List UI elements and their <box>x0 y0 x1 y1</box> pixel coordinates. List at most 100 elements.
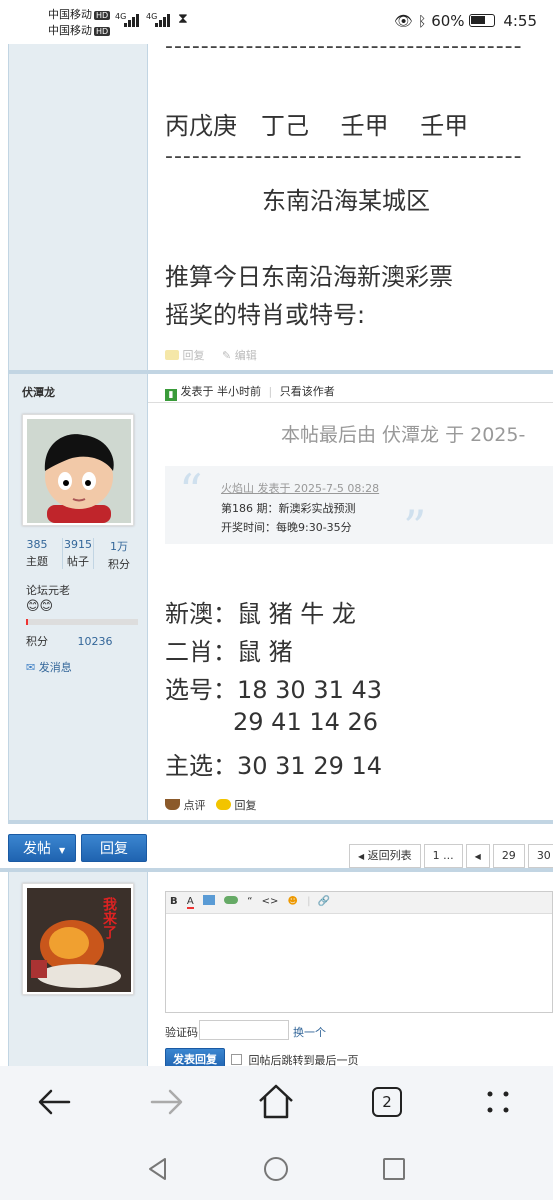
author-name[interactable]: 伏潭龙 <box>22 384 55 400</box>
mail-icon: ✉ <box>26 661 36 674</box>
avatar-text: 我来了 <box>101 897 118 940</box>
carrier-2: 中国移动 HD <box>48 24 111 37</box>
reply-button[interactable]: 回复 <box>81 834 147 862</box>
bluetooth-icon: ᛒ <box>418 14 427 30</box>
quote-block: “ ” 火焰山 发表于 2025-7-5 08:28 第186 期：新澳彩实战预… <box>165 464 553 554</box>
battery-percent: 60% <box>431 12 465 30</box>
forward-arrow-icon <box>150 1089 183 1115</box>
avatar[interactable] <box>22 414 134 526</box>
reply-bubble-icon <box>216 799 231 810</box>
post1-edit-button[interactable]: ✎ 编辑 <box>222 347 257 363</box>
stat-posts[interactable]: 3915 帖子 <box>62 538 94 569</box>
pencil-icon: ✎ <box>222 349 232 362</box>
system-home-icon[interactable] <box>263 1156 289 1182</box>
browser-nav-bar: 2 <box>0 1066 553 1138</box>
signal-icon-2 <box>155 13 175 27</box>
page-first-button[interactable]: 1 ... <box>423 844 463 868</box>
quote-icon[interactable]: “ <box>247 896 252 907</box>
editor-toolbar: B A “ <> ☻ | 🔗 <box>166 892 552 914</box>
page-29-button[interactable]: 29 <box>492 844 525 868</box>
image-icon[interactable] <box>202 895 215 905</box>
forward-button[interactable] <box>144 1080 188 1124</box>
system-nav-bar <box>0 1138 553 1200</box>
home-button[interactable] <box>254 1080 298 1124</box>
jump-last-option[interactable]: 回帖后跳转到最后一页 <box>231 1052 359 1066</box>
post-meta: ▮ 发表于 半小时前 | 只看该作者 <box>165 383 335 401</box>
smiley-icon[interactable]: ☻ <box>288 896 298 907</box>
avatar-fire-icon: 我来了 <box>27 888 131 992</box>
forum-content: ----------------------------------------… <box>0 44 553 1066</box>
bold-icon[interactable]: B <box>170 896 178 907</box>
left-arrow-icon: ◀ <box>358 852 365 861</box>
user-rank: 论坛元老 <box>26 584 70 597</box>
post-separator <box>8 370 553 374</box>
dropdown-arrow-icon: ▼ <box>59 846 66 855</box>
new-post-button[interactable]: 发帖 ▼ <box>8 834 76 862</box>
post1-question-1: 推算今日东南沿海新澳彩票 <box>165 263 453 291</box>
only-author-link[interactable]: 只看该作者 <box>280 385 335 398</box>
divider-line-top: ---------------------------------------- <box>165 44 523 59</box>
back-button[interactable] <box>33 1080 77 1124</box>
divider-line-mid: ---------------------------------------- <box>165 144 523 169</box>
post1-location: 东南沿海某城区 <box>262 187 430 215</box>
font-color-icon[interactable]: A <box>186 896 194 909</box>
reply-icon <box>165 350 179 360</box>
stat-points[interactable]: 1万 积分 <box>104 538 134 572</box>
stat-threads[interactable]: 385 主题 <box>22 538 52 569</box>
code-icon[interactable]: <> <box>262 896 279 907</box>
back-to-list-button[interactable]: ◀ 返回列表 <box>349 844 421 868</box>
post2-body-5: 主选：30 31 29 14 <box>165 752 383 780</box>
carrier-1: 中国移动 HD <box>48 8 111 21</box>
status-bar: 中国移动 HD 中国移动 HD 4G 4G ⧗ 👁 ᛒ 60% 4:55 <box>0 0 553 44</box>
tab-count: 2 <box>372 1087 402 1117</box>
captcha-input[interactable] <box>199 1020 289 1040</box>
post-time: 发表于 半小时前 <box>180 385 262 398</box>
post2-body-1: 新澳：鼠 猪 牛 龙 <box>165 600 356 628</box>
home-icon <box>259 1084 293 1119</box>
back-arrow-icon <box>38 1089 71 1115</box>
tabs-button[interactable]: 2 <box>365 1080 409 1124</box>
clock: 4:55 <box>503 12 537 30</box>
send-message-link[interactable]: ✉ 发消息 <box>26 659 72 675</box>
status-right: 👁 ᛒ 60% 4:55 <box>394 12 537 30</box>
eye-icon: 👁 <box>394 12 414 30</box>
post1-reply-button[interactable]: 回复 <box>165 347 205 363</box>
link-icon[interactable] <box>224 896 239 904</box>
post1-stems: 丙戊庚 丁己 壬甲 壬甲 <box>165 112 469 140</box>
quote-close-icon: ” <box>403 500 427 554</box>
captcha-label: 验证码 <box>165 1026 198 1039</box>
page-30-button[interactable]: 30 <box>527 844 553 868</box>
battery-icon <box>468 14 495 27</box>
page-root: 中国移动 HD 中国移动 HD 4G 4G ⧗ 👁 ᛒ 60% 4:55 -----… <box>0 0 553 1200</box>
edit-note: 本帖最后由 伏潭龙 于 2025- <box>281 424 526 446</box>
prev-page-button[interactable]: ◀ <box>465 844 490 868</box>
points-progress-bar <box>26 619 138 625</box>
rank-smiley-icon: 😊😊 <box>26 599 54 614</box>
reply-editor[interactable]: B A “ <> ☻ | 🔗 <box>165 891 553 1013</box>
menu-dots-icon <box>487 1091 509 1113</box>
submit-reply-button[interactable]: 发表回复 <box>165 1048 225 1066</box>
post2-body-4: 29 41 14 26 <box>233 708 379 736</box>
avatar-cartoon-icon <box>27 419 131 523</box>
system-recents-icon[interactable] <box>381 1156 407 1182</box>
post2-body-3: 选号：18 30 31 43 <box>165 676 383 704</box>
prev-arrow-icon: ◀ <box>474 852 481 861</box>
points-row: 积分 10236 <box>26 635 113 648</box>
quote-source[interactable]: 火焰山 发表于 2025-7-5 08:28 <box>221 480 379 496</box>
checkbox[interactable] <box>231 1054 242 1065</box>
post2-reply-button[interactable]: 回复 <box>216 797 257 813</box>
quote-open-icon: “ <box>179 464 203 518</box>
captcha-refresh-link[interactable]: 换一个 <box>293 1024 326 1040</box>
signal-icon <box>124 13 144 27</box>
menu-button[interactable] <box>476 1080 520 1124</box>
attachment-icon[interactable]: 🔗 <box>318 896 330 907</box>
my-avatar[interactable]: 我来了 <box>22 883 134 995</box>
quote-line-1: 第186 期：新澳彩实战预测 <box>221 502 356 515</box>
system-back-icon[interactable] <box>145 1156 171 1182</box>
quote-line-2: 开奖时间：每晚9:30-35分 <box>221 521 352 534</box>
meta-divider <box>148 402 553 403</box>
online-icon: ▮ <box>165 389 177 401</box>
rate-button[interactable]: 点评 <box>165 797 206 813</box>
coffee-icon <box>165 799 180 810</box>
pagination: ◀ 返回列表 1 ... ◀ 29 30 <box>349 835 553 868</box>
